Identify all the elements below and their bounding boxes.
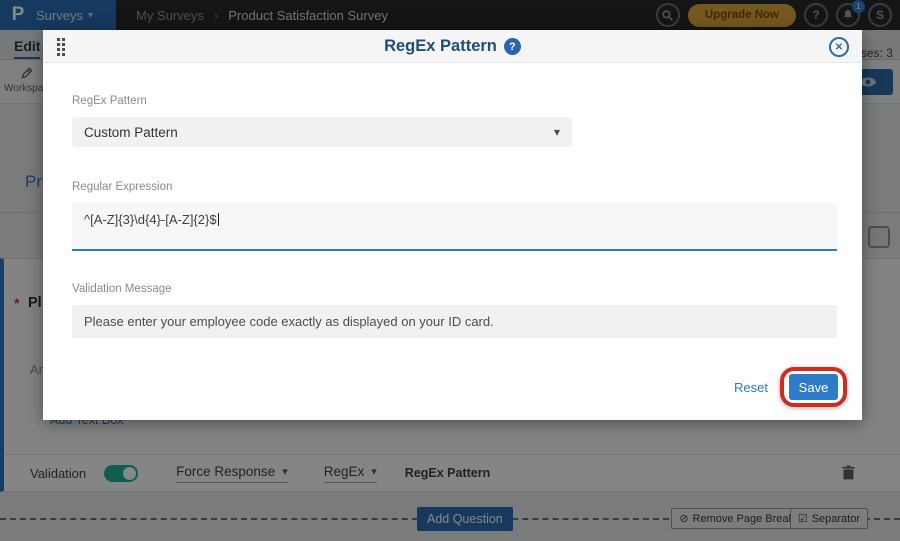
validation-message-input[interactable]: Please enter your employee code exactly … [72,305,837,338]
chevron-down-icon: ▾ [553,125,560,139]
validation-message-value: Please enter your employee code exactly … [84,314,494,329]
save-button[interactable]: Save [789,374,838,400]
regex-input-value: ^[A-Z]{3}\d{4}-[A-Z]{2}$ [84,212,217,227]
pattern-field-label: RegEx Pattern [72,95,147,107]
modal-header: RegEx Pattern ? ✕ [43,30,862,63]
modal-title: RegEx Pattern [384,37,497,55]
regex-input[interactable]: ^[A-Z]{3}\d{4}-[A-Z]{2}$ [72,203,837,251]
tutorial-highlight-ring: Save [780,367,847,407]
close-icon[interactable]: ✕ [829,37,849,57]
modal-title-wrap: RegEx Pattern ? [43,30,862,63]
app-window: P Surveys ▾ My Surveys › Product Satisfa… [0,0,900,541]
message-field-label: Validation Message [72,283,172,295]
regex-pattern-modal: RegEx Pattern ? ✕ RegEx Pattern Custom P… [43,30,862,420]
text-cursor [217,213,219,226]
pattern-select[interactable]: Custom Pattern ▾ [72,117,572,147]
pattern-select-value: Custom Pattern [84,124,178,140]
reset-link[interactable]: Reset [734,380,768,395]
regex-field-label: Regular Expression [72,181,173,193]
help-icon[interactable]: ? [503,38,521,55]
